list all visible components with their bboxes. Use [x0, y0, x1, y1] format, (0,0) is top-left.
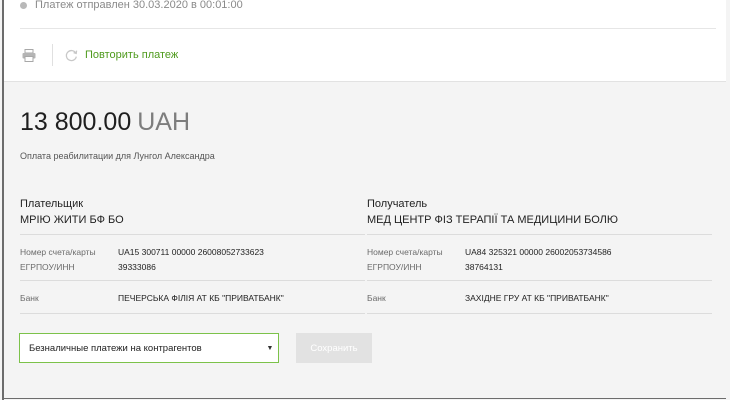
- receiver-name: МЕД ЦЕНТР ФІЗ ТЕРАПІЇ ТА МЕДИЦИНИ БОЛЮ: [367, 214, 619, 226]
- amount-currency: UAH: [137, 108, 191, 136]
- payer-bank-row: Банк ПЕЧЕРСЬКА ФІЛІЯ АТ КБ "ПРИВАТБАНК": [20, 293, 365, 303]
- payment-details: 13 800.00 UAH Оплата реабилитации для Лу…: [4, 82, 726, 400]
- payment-category-value: Безналичные платежи на контрагентов: [29, 342, 202, 354]
- payer-account-value: UA15 300711 00000 26008052733623: [118, 247, 264, 257]
- payer-bottom-divider: [20, 313, 365, 314]
- window-bottom-border: [4, 398, 726, 399]
- receiver-tax-value: 38764131: [465, 262, 503, 272]
- payment-category-select[interactable]: Безналичные платежи на контрагентов ▼: [19, 333, 279, 363]
- receiver-divider: [367, 234, 712, 235]
- caret-down-icon: ▼: [266, 344, 274, 352]
- payer-name: МРІЮ ЖИТИ БФ БО: [20, 214, 124, 226]
- payer-bank-label: Банк: [20, 293, 39, 303]
- receiver-tax-row: ЕГРПОУ/ИНН 38764131: [367, 262, 712, 272]
- repeat-payment-label: Повторить платеж: [85, 49, 179, 61]
- printer-icon: [22, 48, 36, 62]
- payer-bank-divider: [20, 280, 365, 281]
- payer-tax-row: ЕГРПОУ/ИНН 39333086: [20, 262, 365, 272]
- payment-header-card: Платеж отправлен 30.03.2020 в 00:01:00 П…: [4, 0, 726, 82]
- payment-status-text: Платеж отправлен 30.03.2020 в 00:01:00: [35, 0, 243, 11]
- receiver-bank-label: Банк: [367, 293, 386, 303]
- payer-bank-value: ПЕЧЕРСЬКА ФІЛІЯ АТ КБ "ПРИВАТБАНК": [118, 293, 284, 303]
- receiver-heading: Получатель: [367, 198, 428, 210]
- print-button[interactable]: [20, 46, 38, 64]
- payer-tax-value: 39333086: [118, 262, 156, 272]
- receiver-bank-divider: [367, 280, 712, 281]
- receiver-bottom-divider: [367, 313, 712, 314]
- payment-purpose: Оплата реабилитации для Лунгол Александр…: [20, 151, 215, 161]
- receiver-account-value: UA84 325321 00000 26002053734586: [465, 247, 612, 257]
- save-button[interactable]: Сохранить: [296, 333, 372, 363]
- header-divider: [20, 28, 716, 29]
- payer-account-label: Номер счета/карты: [20, 247, 96, 257]
- payer-heading: Плательщик: [20, 198, 84, 210]
- repeat-payment-button[interactable]: Повторить платеж: [65, 48, 178, 62]
- amount-value: 13 800.00: [20, 108, 132, 136]
- payer-block: Плательщик МРІЮ ЖИТИ БФ БО Номер счета/к…: [20, 198, 365, 314]
- payer-account-row: Номер счета/карты UA15 300711 00000 2600…: [20, 247, 365, 257]
- status-dot-icon: [20, 1, 27, 9]
- refresh-icon: [65, 48, 79, 62]
- payer-divider: [20, 234, 365, 235]
- payer-tax-label: ЕГРПОУ/ИНН: [20, 262, 75, 272]
- payment-amount: 13 800.00 UAH: [20, 108, 190, 137]
- receiver-tax-label: ЕГРПОУ/ИНН: [367, 262, 422, 272]
- payment-status: Платеж отправлен 30.03.2020 в 00:01:00: [20, 0, 243, 13]
- actions-separator: [52, 44, 53, 66]
- receiver-bank-value: ЗАХІДНЕ ГРУ АТ КБ "ПРИВАТБАНК": [465, 293, 609, 303]
- receiver-account-label: Номер счета/карты: [367, 247, 443, 257]
- receiver-account-row: Номер счета/карты UA84 325321 00000 2600…: [367, 247, 712, 257]
- receiver-bank-row: Банк ЗАХІДНЕ ГРУ АТ КБ "ПРИВАТБАНК": [367, 293, 712, 303]
- payment-actions: Повторить платеж: [20, 44, 178, 66]
- receiver-block: Получатель МЕД ЦЕНТР ФІЗ ТЕРАПІЇ ТА МЕДИ…: [367, 198, 712, 314]
